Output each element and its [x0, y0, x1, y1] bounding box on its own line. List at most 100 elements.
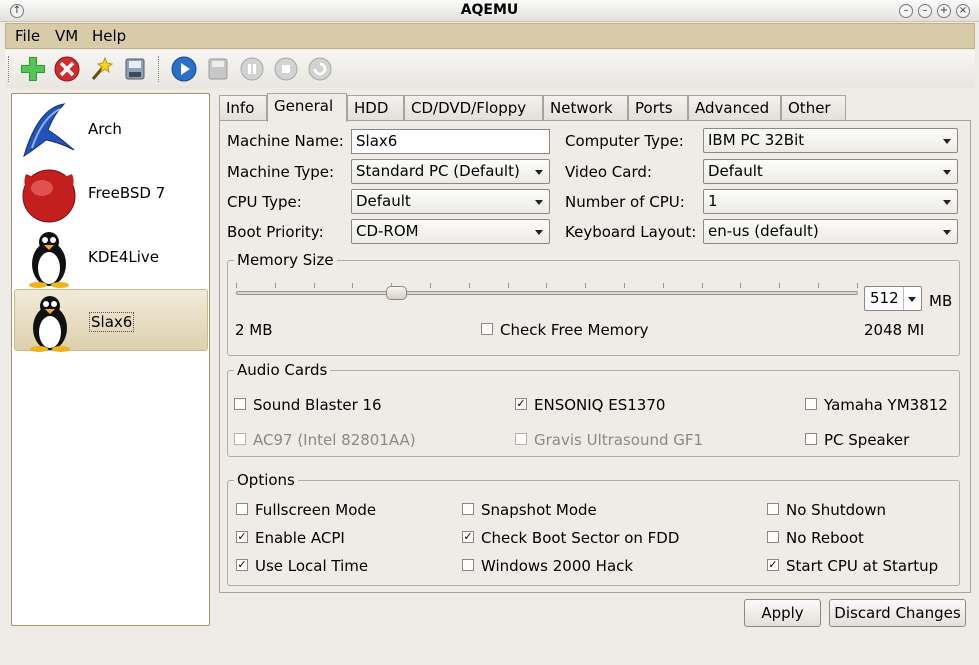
- win2k-hack-checkbox[interactable]: [462, 559, 474, 571]
- vm-item-arch[interactable]: Arch: [14, 98, 208, 160]
- window-title: AQEMU: [460, 2, 519, 18]
- machine-type-select[interactable]: Standard PC (Default): [351, 159, 550, 184]
- memory-max-label: 2048 MI: [864, 321, 925, 339]
- menu-vm[interactable]: VM: [55, 27, 78, 45]
- tab-hdd[interactable]: HDD: [347, 95, 404, 120]
- menu-file[interactable]: File: [15, 27, 40, 45]
- vm-list[interactable]: Arch FreeBSD 7 KDE4Live Slax6: [11, 93, 210, 626]
- video-card-label: Video Card:: [565, 163, 652, 181]
- toolbar: [5, 50, 975, 88]
- start-cpu-checkbox[interactable]: ✓: [767, 559, 779, 571]
- no-shutdown-label: No Shutdown: [786, 501, 887, 519]
- add-vm-icon[interactable]: [19, 55, 47, 83]
- slider-tick: [236, 283, 237, 288]
- video-card-select[interactable]: Default: [703, 159, 958, 184]
- chevron-down-icon: [535, 170, 543, 175]
- slider-tick: [352, 283, 354, 288]
- pcspk-label: PC Speaker: [824, 431, 910, 449]
- start-icon[interactable]: [170, 55, 198, 83]
- num-cpu-select[interactable]: 1: [703, 189, 958, 214]
- memory-spinbox[interactable]: 512: [864, 286, 922, 311]
- local-time-checkbox[interactable]: ✓: [236, 559, 248, 571]
- machine-name-input[interactable]: Slax6: [351, 129, 550, 154]
- stop-icon: [274, 57, 298, 81]
- spinbox-divider: [903, 287, 904, 310]
- toolbar-separator: [158, 56, 160, 82]
- memory-slider-handle[interactable]: [386, 286, 407, 300]
- vm-item-slax6[interactable]: Slax6: [14, 289, 208, 352]
- tab-general[interactable]: General: [267, 93, 347, 122]
- slider-tick: [274, 283, 276, 288]
- memory-slider-ticks: [236, 283, 858, 289]
- tab-info[interactable]: Info: [219, 95, 267, 120]
- menu-help[interactable]: Help: [92, 27, 126, 45]
- acpi-label: Enable ACPI: [255, 529, 345, 547]
- fullscreen-checkbox[interactable]: [236, 503, 248, 515]
- computer-type-select[interactable]: IBM PC 32Bit: [703, 128, 958, 153]
- apply-button[interactable]: Apply: [744, 599, 821, 627]
- slider-tick: [740, 283, 742, 288]
- num-cpu-value: 1: [708, 192, 718, 210]
- vm-name: Slax6: [89, 312, 135, 332]
- boot-priority-select[interactable]: CD-ROM: [351, 219, 550, 244]
- reset-icon: [308, 57, 332, 81]
- vm-name: FreeBSD 7: [88, 184, 166, 202]
- check-free-memory-checkbox[interactable]: [481, 323, 493, 335]
- save-state-icon: [208, 58, 228, 80]
- no-reboot-label: No Reboot: [786, 529, 864, 547]
- memory-unit: MB: [929, 292, 953, 310]
- wizard-icon[interactable]: [87, 55, 115, 83]
- es1370-checkbox[interactable]: ✓: [515, 398, 527, 410]
- delete-vm-icon[interactable]: [53, 55, 81, 83]
- menu-bar: File VM Help: [5, 23, 975, 49]
- tab-cd-dvd-floppy[interactable]: CD/DVD/Floppy: [404, 95, 543, 120]
- snapshot-checkbox[interactable]: [462, 503, 474, 515]
- slider-tick: [585, 283, 587, 288]
- toolbar-grip: [8, 56, 10, 82]
- vm-item-kde4live[interactable]: KDE4Live: [14, 226, 208, 288]
- vm-item-freebsd[interactable]: FreeBSD 7: [14, 162, 208, 224]
- title-bar: ↑ AQEMU – – + ×: [0, 0, 979, 22]
- acpi-checkbox[interactable]: ✓: [236, 531, 248, 543]
- discard-changes-button[interactable]: Discard Changes: [829, 599, 966, 627]
- memory-min-label: 2 MB: [235, 321, 273, 339]
- boot-sector-checkbox[interactable]: ✓: [462, 531, 474, 543]
- save-icon[interactable]: [121, 55, 149, 83]
- tab-ports[interactable]: Ports: [628, 95, 688, 120]
- freebsd-logo-icon: [22, 169, 76, 223]
- gus-checkbox: [515, 433, 527, 445]
- tab-other[interactable]: Other: [781, 95, 846, 120]
- ac97-label: AC97 (Intel 82801AA): [253, 431, 416, 449]
- tab-advanced[interactable]: Advanced: [688, 95, 781, 120]
- slider-tick: [701, 283, 703, 288]
- cpu-type-select[interactable]: Default: [351, 189, 550, 214]
- pause-icon: [240, 57, 264, 81]
- pcspk-checkbox[interactable]: [805, 433, 817, 445]
- maximize-icon[interactable]: +: [937, 4, 951, 18]
- chevron-down-icon: [943, 170, 951, 175]
- chevron-down-icon: [943, 200, 951, 205]
- vm-name: Arch: [88, 120, 122, 138]
- shade-icon[interactable]: –: [899, 4, 913, 18]
- slider-tick: [546, 283, 548, 288]
- chevron-down-icon: [943, 139, 951, 144]
- ym3812-checkbox[interactable]: [805, 398, 817, 410]
- slider-tick: [818, 283, 819, 288]
- minimize-icon[interactable]: –: [918, 4, 932, 18]
- no-reboot-checkbox[interactable]: [767, 531, 779, 543]
- chevron-down-icon[interactable]: [908, 297, 916, 302]
- memory-slider-track[interactable]: [236, 291, 858, 295]
- sb16-checkbox[interactable]: [234, 398, 246, 410]
- close-icon[interactable]: ×: [956, 4, 970, 18]
- slider-tick: [507, 283, 509, 288]
- start-cpu-label: Start CPU at Startup: [786, 557, 939, 575]
- gus-label: Gravis Ultrasound GF1: [534, 431, 704, 449]
- tab-network[interactable]: Network: [543, 95, 628, 120]
- memory-value: 512: [870, 289, 899, 307]
- slider-tick: [624, 283, 625, 288]
- keyboard-layout-select[interactable]: en-us (default): [703, 219, 958, 244]
- no-shutdown-checkbox[interactable]: [767, 503, 779, 515]
- slider-tick: [430, 283, 431, 288]
- chevron-down-icon: [943, 230, 951, 235]
- slider-tick: [856, 283, 858, 288]
